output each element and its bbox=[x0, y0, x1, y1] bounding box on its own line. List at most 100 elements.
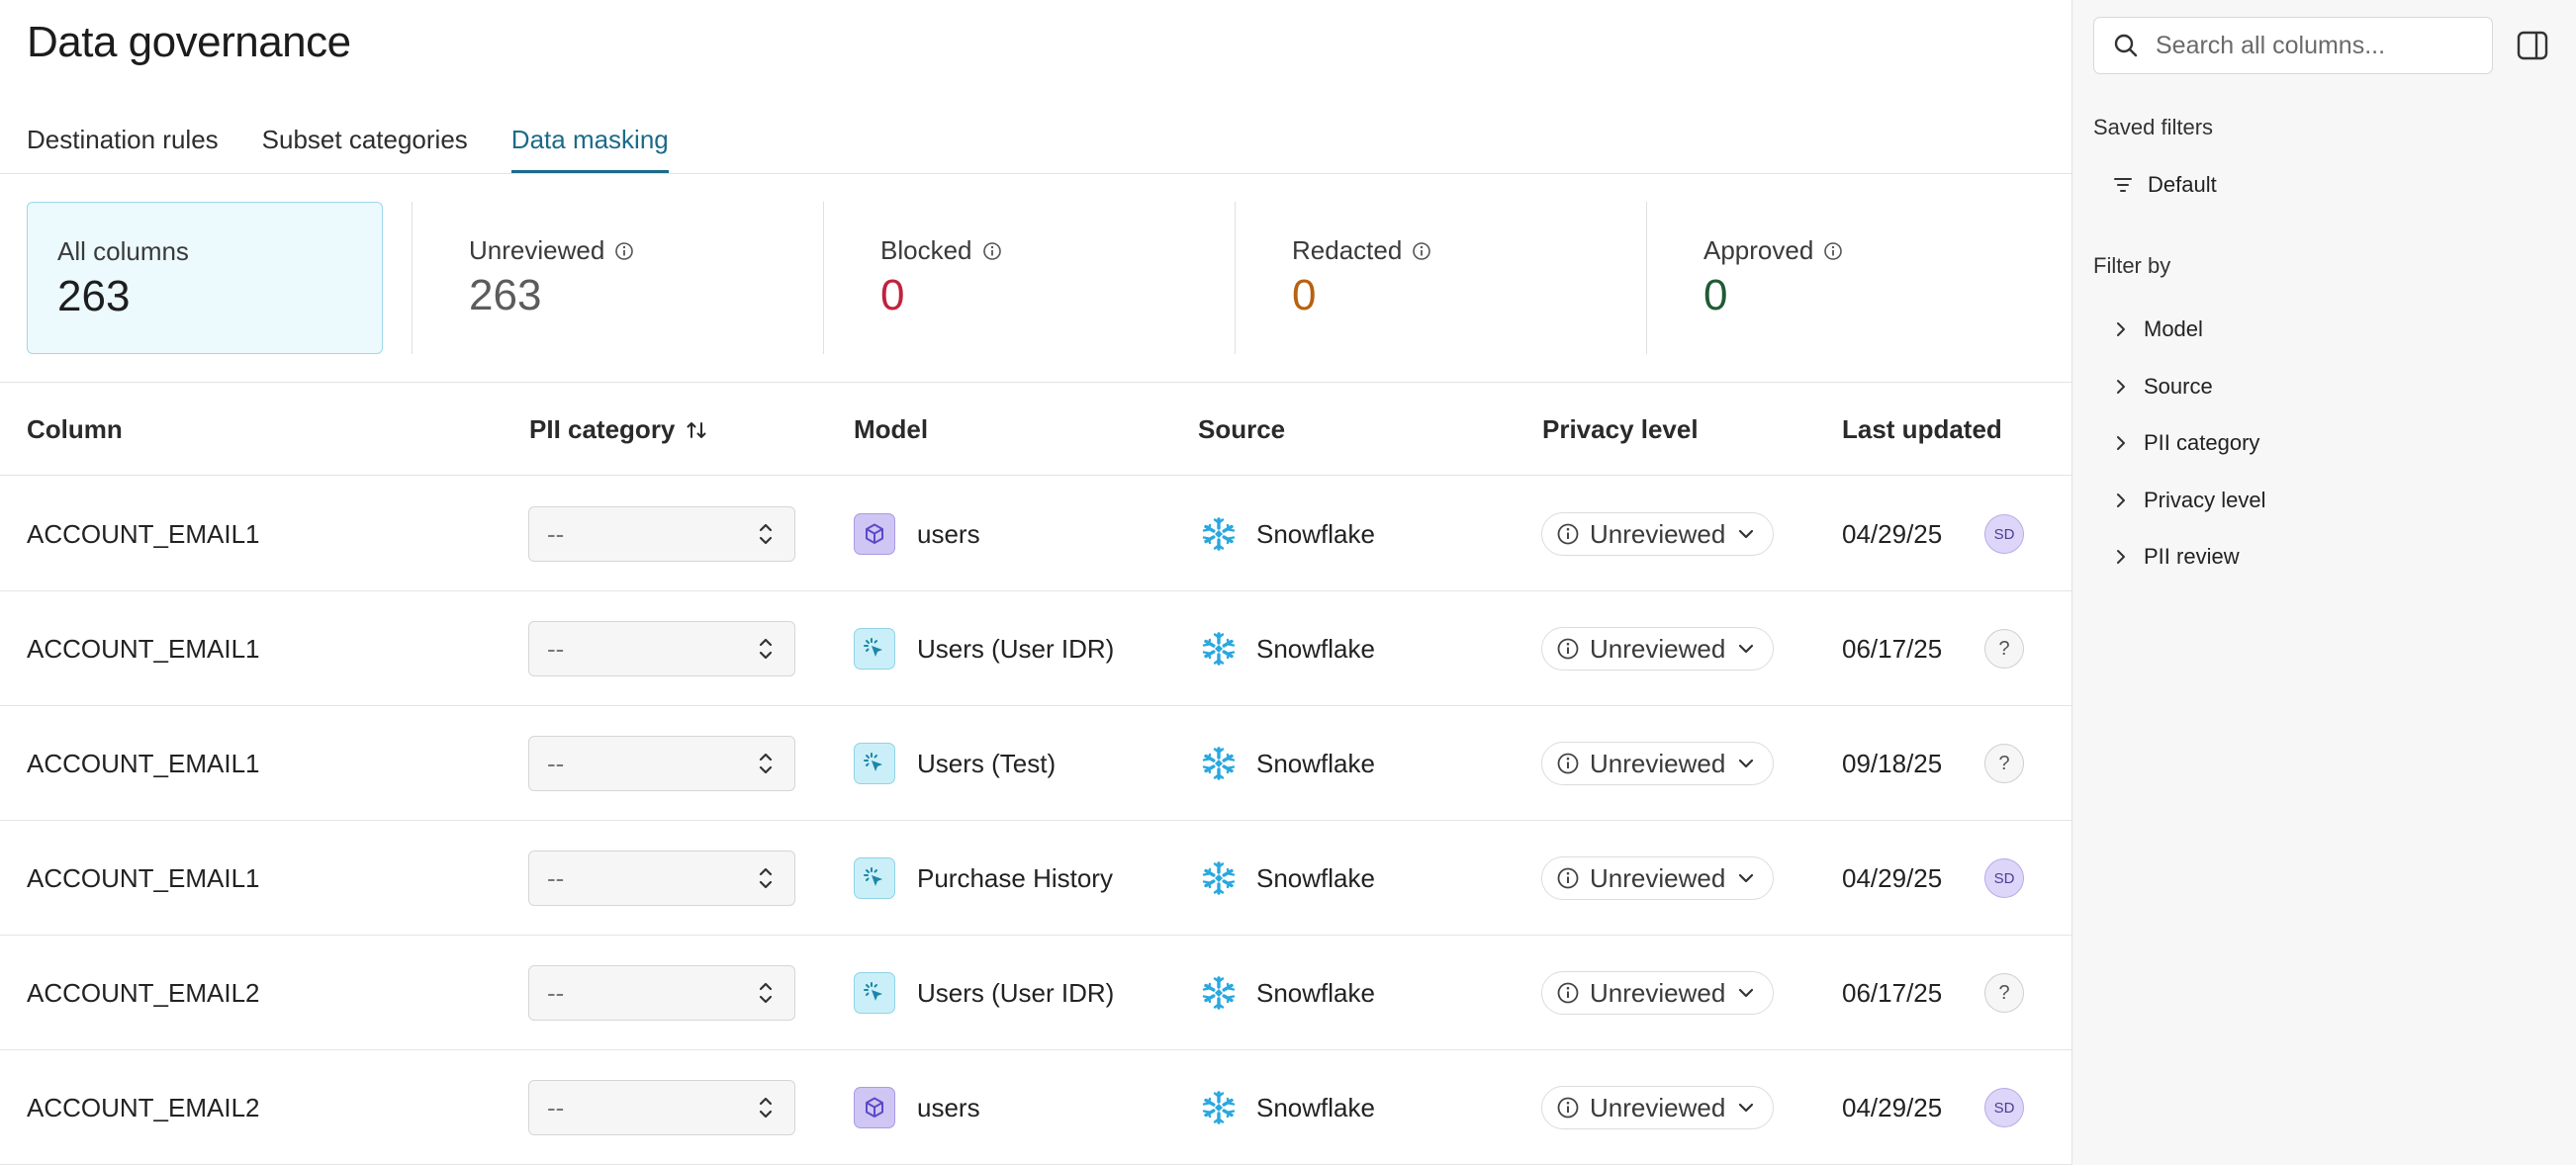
stat-redacted[interactable]: Redacted 0 bbox=[1262, 202, 1644, 354]
tabs-divider bbox=[0, 173, 2071, 174]
select-updown-icon bbox=[755, 1093, 777, 1122]
search-box[interactable] bbox=[2093, 17, 2493, 74]
stat-approved[interactable]: Approved 0 bbox=[1674, 202, 2056, 354]
stat-all-columns[interactable]: All columns 263 bbox=[27, 202, 383, 354]
header-model[interactable]: Model bbox=[854, 414, 928, 445]
source-name: Snowflake bbox=[1256, 748, 1375, 778]
privacy-level-dropdown[interactable]: Unreviewed bbox=[1541, 742, 1775, 785]
select-updown-icon bbox=[755, 634, 777, 664]
table-row[interactable]: ACCOUNT_EMAIL1 -- Users (Test) Snowflake Unr… bbox=[0, 706, 2071, 821]
filter-label: Model bbox=[2144, 316, 2203, 341]
pii-category-select[interactable]: -- bbox=[528, 736, 795, 791]
filter-label: Privacy level bbox=[2144, 487, 2266, 512]
privacy-level-dropdown[interactable]: Unreviewed bbox=[1541, 971, 1775, 1015]
info-icon bbox=[1556, 522, 1580, 546]
table-row[interactable]: ACCOUNT_EMAIL1 -- Purchase History Snowflak… bbox=[0, 821, 2071, 936]
info-icon bbox=[1556, 866, 1580, 890]
user-avatar[interactable]: SD bbox=[1984, 858, 2024, 898]
pii-category-select[interactable]: -- bbox=[528, 1080, 795, 1135]
table-header: Column PII category Model Source Privacy… bbox=[0, 383, 2071, 476]
stat-blocked[interactable]: Blocked 0 bbox=[851, 202, 1233, 354]
privacy-level-dropdown[interactable]: Unreviewed bbox=[1541, 1086, 1775, 1129]
privacy-level-value: Unreviewed bbox=[1590, 633, 1726, 664]
stat-value: 0 bbox=[880, 271, 905, 319]
snowflake-icon bbox=[1201, 746, 1237, 781]
unknown-user-avatar[interactable]: ? bbox=[1984, 973, 2024, 1013]
stat-value: 0 bbox=[1703, 271, 1728, 319]
pii-category-select[interactable]: -- bbox=[528, 965, 795, 1021]
select-updown-icon bbox=[755, 863, 777, 893]
tab-destination-rules[interactable]: Destination rules bbox=[27, 123, 219, 174]
cursor-click-icon bbox=[854, 628, 895, 670]
model-cell[interactable]: Users (User IDR) bbox=[854, 591, 1114, 706]
filter-source[interactable]: Source bbox=[2114, 374, 2213, 400]
sidebar-toggle-icon[interactable] bbox=[2516, 29, 2549, 62]
table-row[interactable]: ACCOUNT_EMAIL2 -- Users (User IDR) Snowflak… bbox=[0, 936, 2071, 1050]
filter-label: PII category bbox=[2144, 430, 2260, 455]
saved-filter-label: Default bbox=[2148, 172, 2217, 197]
header-pii-category[interactable]: PII category bbox=[529, 414, 708, 445]
privacy-level-dropdown[interactable]: Unreviewed bbox=[1541, 512, 1775, 556]
stat-divider bbox=[412, 202, 413, 354]
tab-data-masking[interactable]: Data masking bbox=[510, 123, 669, 174]
snowflake-icon bbox=[1201, 975, 1237, 1011]
stat-label: Blocked bbox=[880, 235, 972, 265]
pii-category-select[interactable]: -- bbox=[528, 851, 795, 906]
table-row[interactable]: ACCOUNT_EMAIL1 -- Users (User IDR) Snowflak… bbox=[0, 591, 2071, 706]
model-name: Users (User IDR) bbox=[917, 977, 1115, 1008]
pii-category-select[interactable]: -- bbox=[528, 621, 795, 676]
tab-subset-categories[interactable]: Subset categories bbox=[262, 123, 468, 174]
info-icon bbox=[1556, 637, 1580, 661]
filter-model[interactable]: Model bbox=[2114, 316, 2203, 342]
unknown-user-avatar[interactable]: ? bbox=[1984, 744, 2024, 783]
pii-category-select[interactable]: -- bbox=[528, 506, 795, 562]
column-name: ACCOUNT_EMAIL2 bbox=[27, 977, 260, 1008]
column-name: ACCOUNT_EMAIL1 bbox=[27, 862, 260, 893]
source-name: Snowflake bbox=[1256, 1092, 1375, 1122]
header-last-updated[interactable]: Last updated bbox=[1842, 414, 2002, 445]
filter-privacy-level[interactable]: Privacy level bbox=[2114, 488, 2265, 513]
privacy-level-value: Unreviewed bbox=[1590, 1092, 1726, 1122]
column-name: ACCOUNT_EMAIL1 bbox=[27, 518, 260, 549]
chevron-right-icon bbox=[2117, 550, 2125, 564]
user-avatar[interactable]: SD bbox=[1984, 514, 2024, 554]
sort-icon[interactable] bbox=[685, 418, 708, 442]
model-cell[interactable]: Users (User IDR) bbox=[854, 936, 1114, 1050]
column-name: ACCOUNT_EMAIL1 bbox=[27, 748, 260, 778]
privacy-level-dropdown[interactable]: Unreviewed bbox=[1541, 627, 1775, 671]
model-cell[interactable]: users bbox=[854, 477, 980, 591]
filter-label: Source bbox=[2144, 373, 2213, 399]
filter-by-heading: Filter by bbox=[2093, 253, 2171, 278]
header-column[interactable]: Column bbox=[27, 414, 123, 445]
chevron-right-icon bbox=[2117, 436, 2125, 450]
search-icon bbox=[2114, 34, 2138, 57]
user-avatar[interactable]: SD bbox=[1984, 1088, 2024, 1127]
stat-unreviewed[interactable]: Unreviewed 263 bbox=[439, 202, 821, 354]
unknown-user-avatar[interactable]: ? bbox=[1984, 629, 2024, 669]
table-row[interactable]: ACCOUNT_EMAIL1 -- users Snowflake Unreviewed… bbox=[0, 477, 2071, 591]
last-updated-date: 04/29/25 bbox=[1842, 862, 1943, 893]
pii-category-value: -- bbox=[547, 748, 565, 778]
filter-pii-review[interactable]: PII review bbox=[2114, 544, 2240, 570]
stat-value: 263 bbox=[469, 271, 542, 319]
saved-filter-default[interactable]: Default bbox=[2112, 172, 2217, 198]
last-updated-date: 06/17/25 bbox=[1842, 977, 1943, 1008]
select-updown-icon bbox=[755, 749, 777, 778]
header-source[interactable]: Source bbox=[1198, 414, 1285, 445]
model-cell[interactable]: users bbox=[854, 1050, 980, 1165]
table-row[interactable]: ACCOUNT_EMAIL2 -- users Snowflake Unreviewed… bbox=[0, 1050, 2071, 1165]
stat-divider bbox=[823, 202, 824, 354]
info-icon bbox=[1413, 241, 1431, 260]
source-cell: Snowflake bbox=[1201, 936, 1375, 1050]
cube-icon bbox=[854, 1087, 895, 1128]
snowflake-icon bbox=[1201, 1090, 1237, 1125]
privacy-level-dropdown[interactable]: Unreviewed bbox=[1541, 856, 1775, 900]
main-content: Data governance Destination rules Subset… bbox=[0, 0, 2071, 1165]
header-privacy-level[interactable]: Privacy level bbox=[1542, 414, 1699, 445]
model-cell[interactable]: Purchase History bbox=[854, 821, 1113, 936]
filter-pii-category[interactable]: PII category bbox=[2114, 430, 2259, 456]
search-input[interactable] bbox=[2156, 31, 2472, 60]
chevron-down-icon bbox=[1735, 982, 1757, 1004]
model-cell[interactable]: Users (Test) bbox=[854, 706, 1056, 821]
stat-value: 263 bbox=[57, 272, 131, 320]
